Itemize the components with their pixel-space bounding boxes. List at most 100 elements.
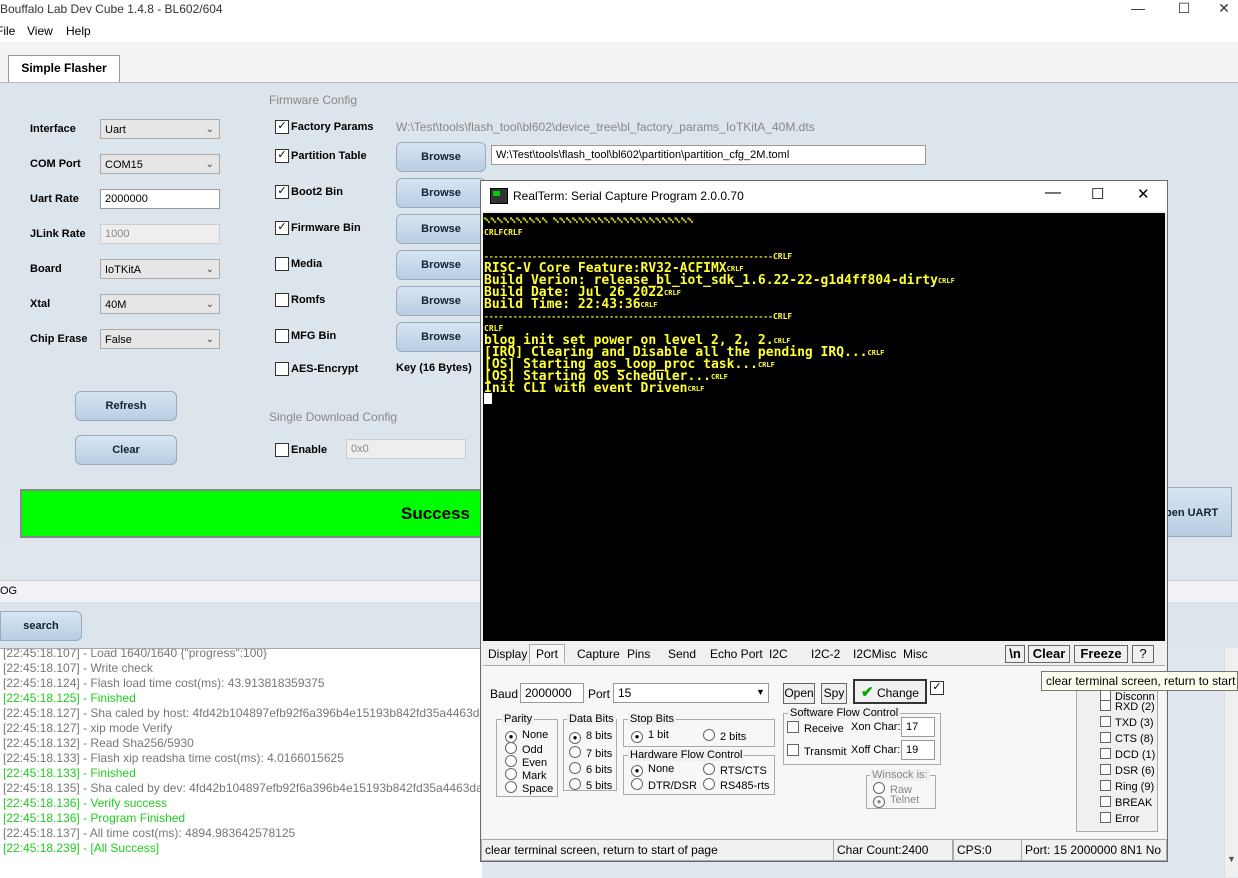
mfg-browse-button[interactable]: Browse — [396, 322, 486, 352]
pin-break[interactable]: BREAK — [1100, 796, 1152, 809]
open-uart-button[interactable]: pen UART — [1160, 487, 1232, 537]
mfg-bin-checkbox[interactable] — [275, 329, 289, 343]
rt-tab-port[interactable]: Port — [529, 644, 566, 663]
board-select[interactable]: IoTKitA ⌄ — [100, 259, 220, 279]
parity-odd-radio[interactable]: Odd — [505, 742, 543, 756]
interface-select[interactable]: Uart ⌄ — [100, 119, 220, 139]
log-line: [22:45:18.136] - Verify success — [3, 796, 168, 810]
log-line: [22:45:18.124] - Flash load time cost(ms… — [3, 676, 325, 690]
port-select[interactable]: 15 — [613, 683, 769, 703]
realterm-app-icon — [490, 188, 508, 204]
terminal-screen[interactable]: ␕␕␕␕␕␕␕␕␕␕ ␕␕␕␕␕␕␕␕␕␕␕␕␕␕␕␕␕␕␕␕␕␕ CRLFCRL… — [483, 213, 1165, 641]
firmware-bin-checkbox[interactable]: ✓ — [275, 221, 289, 235]
enable-checkbox[interactable] — [275, 443, 289, 457]
xoff-label: Xoff Char: — [851, 744, 901, 756]
realterm-title-bar: RealTerm: Serial Capture Program 2.0.0.7… — [481, 181, 1167, 211]
parity-mark-radio[interactable]: Mark — [505, 768, 546, 782]
hw-flow-dtrdsr-radio[interactable]: DTR/DSR — [631, 778, 697, 792]
terminal-line-text: ----------------------------------------… — [484, 312, 793, 321]
xon-input[interactable]: 17 — [901, 717, 935, 737]
rt-tab-capture[interactable]: Capture — [577, 647, 620, 661]
parity-none-radio[interactable]: ● None — [505, 729, 548, 743]
minimize-button[interactable]: — — [1118, 0, 1158, 20]
baud-label: Baud — [490, 687, 519, 701]
data-bits-5-radio[interactable]: 5 bits — [569, 778, 612, 792]
uart-rate-input[interactable]: 2000000 — [100, 189, 220, 209]
boot2-bin-label: Boot2 Bin — [291, 186, 343, 198]
data-bits-6-radio[interactable]: 6 bits — [569, 762, 612, 776]
parity-space-radio[interactable]: Space — [505, 781, 553, 795]
port-dropdown-icon[interactable]: ▼ — [756, 687, 765, 697]
terminal-line-text: ␕␕␕␕␕␕␕␕␕␕ ␕␕␕␕␕␕␕␕␕␕␕␕␕␕␕␕␕␕␕␕␕␕ — [484, 216, 694, 225]
rt-tab-misc[interactable]: Misc — [903, 647, 928, 661]
media-browse-button[interactable]: Browse — [396, 250, 486, 280]
open-button[interactable]: Open — [783, 683, 815, 704]
stop-bits-1-radio[interactable]: ● 1 bit — [631, 729, 669, 743]
realterm-minimize-button[interactable]: — — [1045, 184, 1061, 202]
rt-tab-echo-port[interactable]: Echo Port — [710, 647, 763, 661]
rt-tab-send[interactable]: Send — [668, 647, 696, 661]
factory-params-checkbox[interactable]: ✓ — [275, 120, 289, 134]
parity-even-radio[interactable]: Even — [505, 755, 547, 769]
rt-tab-i2cmisc[interactable]: I2CMisc — [853, 647, 896, 661]
stop-bits-2-radio[interactable]: 2 bits — [703, 729, 746, 743]
partition-browse-button[interactable]: Browse — [396, 142, 486, 172]
hw-flow-none-radio[interactable]: ● None — [631, 763, 674, 777]
baud-select[interactable]: 2000000 — [520, 683, 584, 703]
realterm-maximize-button[interactable]: ☐ — [1091, 185, 1104, 203]
rt-tab-pins[interactable]: Pins — [627, 647, 650, 661]
firmware-config-title: Firmware Config — [269, 93, 358, 107]
hw-flow-rs485-radio[interactable]: RS485-rts — [703, 778, 770, 792]
interface-label: Interface — [30, 123, 76, 135]
pin-ring: Ring (9) — [1100, 780, 1154, 793]
menu-help[interactable]: Help — [66, 24, 91, 38]
pin-cts-label: CTS (8) — [1115, 733, 1154, 745]
menu-view[interactable]: View — [27, 24, 53, 38]
rt-tab-i2c-2[interactable]: I2C-2 — [811, 647, 840, 661]
romfs-browse-button[interactable]: Browse — [396, 286, 486, 316]
pin-dcd-label: DCD (1) — [1115, 749, 1156, 761]
xtal-select[interactable]: 40M ⌄ — [100, 294, 220, 314]
help-button[interactable]: ? — [1132, 645, 1154, 663]
boot2-browse-button[interactable]: Browse — [396, 178, 486, 208]
change-checkbox[interactable]: ✓ — [930, 681, 944, 695]
aes-encrypt-label: AES-Encrypt — [291, 363, 359, 375]
rt-tab-i2c[interactable]: I2C — [769, 647, 788, 661]
freeze-button[interactable]: Freeze — [1074, 645, 1128, 663]
firmware-browse-button[interactable]: Browse — [396, 214, 486, 244]
change-button[interactable]: ✔ Change — [853, 679, 927, 704]
menu-file[interactable]: File — [0, 24, 15, 38]
refresh-button[interactable]: Refresh — [75, 391, 177, 421]
scroll-down-icon[interactable]: ▼ — [1227, 854, 1236, 864]
xoff-input[interactable]: 19 — [901, 740, 935, 760]
spy-button[interactable]: Spy — [821, 683, 847, 704]
data-bits-8-radio[interactable]: ● 8 bits — [569, 730, 612, 744]
partition-path-input[interactable]: W:\Test\tools\flash_tool\bl602\partition… — [491, 145, 926, 165]
winsock-telnet-radio[interactable]: ● Telnet — [873, 794, 919, 808]
sw-flow-receive-checkbox[interactable]: Receive — [787, 721, 844, 735]
romfs-checkbox[interactable] — [275, 293, 289, 307]
tab-simple-flasher[interactable]: Simple Flasher — [8, 55, 120, 82]
maximize-button[interactable]: ☐ — [1164, 0, 1204, 20]
close-button[interactable]: ✕ — [1210, 0, 1238, 20]
media-checkbox[interactable] — [275, 257, 289, 271]
newline-button[interactable]: \n — [1005, 645, 1025, 663]
sw-flow-transmit-checkbox[interactable]: Transmit — [787, 744, 846, 758]
xtal-label: Xtal — [30, 298, 51, 310]
aes-encrypt-checkbox[interactable] — [275, 362, 289, 376]
rt-tab-display[interactable]: Display — [488, 647, 527, 661]
clear-button[interactable]: Clear — [75, 435, 177, 465]
search-button[interactable]: search — [0, 611, 82, 641]
data-bits-7-radio[interactable]: 7 bits — [569, 746, 612, 760]
chip-erase-select[interactable]: False ⌄ — [100, 329, 220, 349]
realterm-close-button[interactable]: ✕ — [1137, 185, 1150, 203]
log-line: [22:45:18.133] - Finished — [3, 766, 136, 780]
partition-table-checkbox[interactable]: ✓ — [275, 149, 289, 163]
stop-bits-2-label: 2 bits — [720, 731, 747, 743]
com-port-select[interactable]: COM15 ⌄ — [100, 154, 220, 174]
hw-flow-rtscts-radio[interactable]: RTS/CTS — [703, 763, 767, 777]
clear-terminal-button[interactable]: Clear — [1028, 645, 1070, 663]
menu-bar: File View Help — [0, 20, 1238, 42]
boot2-bin-checkbox[interactable]: ✓ — [275, 185, 289, 199]
log-area: [22:45:18.107] - Load 1640/1640 {"progre… — [0, 648, 482, 878]
